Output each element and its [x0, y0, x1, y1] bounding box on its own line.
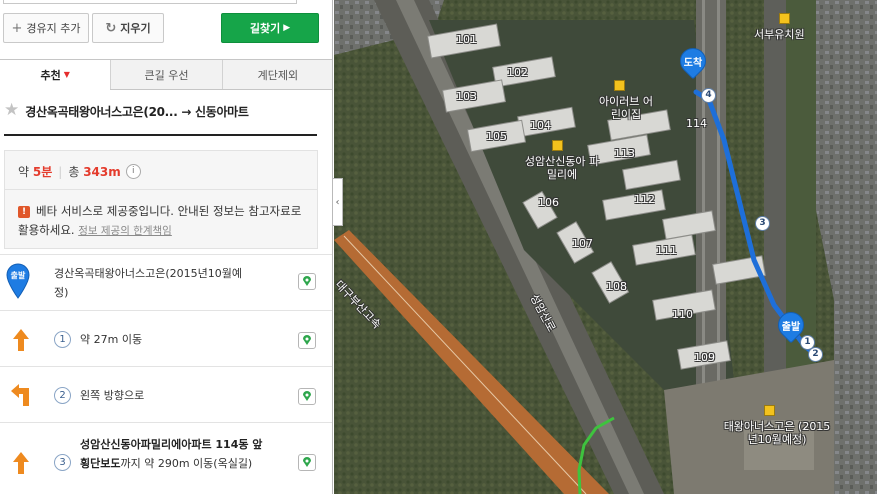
poi-label-apartment[interactable]: 성암산신동아 파밀리에 [522, 155, 602, 181]
info-icon[interactable]: i [125, 164, 141, 179]
destination-pin-label: 도착 [683, 58, 703, 69]
favorite-star-icon[interactable]: ★ [4, 102, 19, 119]
building-label: 107 [572, 237, 593, 250]
plus-icon: + [11, 20, 23, 36]
tab-no-stairs-label: 계단제외 [257, 68, 299, 82]
building-label: 105 [486, 130, 507, 143]
building-label: 101 [456, 33, 477, 46]
distance-prefix: 총 [68, 165, 80, 179]
collapse-panel-button[interactable]: ‹ [333, 178, 343, 226]
route-summary: 약 5분 | 총 343m i [18, 163, 141, 180]
building-label: 104 [530, 119, 551, 132]
building-label: 111 [656, 244, 677, 257]
building-label: 106 [538, 196, 559, 209]
distance-value: 343m [83, 164, 121, 179]
step-number-badge: 3 [54, 454, 71, 471]
building-label: 103 [456, 90, 477, 103]
divider [5, 189, 317, 190]
building-label: 110 [672, 308, 693, 321]
refresh-icon: ↻ [105, 20, 117, 36]
waypoint-marker[interactable]: 3 [755, 216, 770, 231]
satellite-map[interactable]: 101 102 103 104 105 106 107 108 109 110 … [334, 0, 877, 494]
turn-left-arrow-icon [11, 384, 29, 406]
route-summary-box: 약 5분 | 총 343m i ! 베타 서비스로 제공중입니다. 안내된 정보는… [4, 150, 318, 249]
building-label: 108 [606, 280, 627, 293]
show-on-map-pin-icon[interactable] [298, 273, 316, 290]
step-distance-text: 까지 약 290m 이동(옥실길) [120, 457, 253, 470]
building-poi-icon [779, 13, 790, 24]
route-option-tabs: 추천 ▼ 큰길 우선 계단제외 [0, 59, 332, 90]
caret-down-icon: ▼ [63, 70, 70, 79]
route-title-text: 경산옥곡태왕아너스고은(20... → 신동아마트 [25, 105, 249, 119]
start-pin-icon: 출발 [6, 263, 30, 299]
add-waypoint-label: 경유지 추가 [26, 22, 81, 35]
waypoint-marker[interactable]: 2 [808, 347, 823, 362]
beta-notice: ! 베타 서비스로 제공중입니다. 안내된 정보는 참고자료로 활용하세요. 정보… [18, 202, 310, 241]
straight-arrow-icon [13, 452, 29, 474]
show-on-map-pin-icon[interactable] [298, 332, 316, 349]
route-step-start[interactable]: 출발 경산옥곡태왕아너스고은(2015년10월예정) [0, 254, 332, 310]
find-route-button[interactable]: 길찾기 ▶ [221, 13, 319, 43]
duration-prefix: 약 [18, 165, 30, 179]
show-on-map-pin-icon[interactable] [298, 388, 316, 405]
chevron-left-icon: ‹ [335, 196, 340, 208]
destination-pin[interactable]: 도착 [674, 42, 712, 82]
step-text: 성암산신동아파밀리에아파트 114동 앞 횡단보도까지 약 290m 이동(옥실… [80, 435, 270, 473]
step-number-badge: 1 [54, 331, 71, 348]
building-label: 113 [614, 147, 635, 160]
route-step-2[interactable]: 2 왼쪽 방향으로 [0, 366, 332, 422]
poi-label-taewang[interactable]: 태왕아너스고은 (2015년10월예정) [722, 420, 832, 446]
liability-link[interactable]: 정보 제공의 한계책임 [78, 225, 172, 237]
play-arrow-icon: ▶ [283, 23, 291, 33]
tab-recommended-label: 추천 [40, 68, 61, 82]
route-title: ★ 경산옥곡태왕아너스고은(20... → 신동아마트 [4, 102, 317, 136]
route-step-3[interactable]: 3 성암산신동아파밀리에아파트 114동 앞 횡단보도까지 약 290m 이동(… [0, 422, 332, 494]
route-step-1[interactable]: 1 약 27m 이동 [0, 310, 332, 366]
destination-input-edge[interactable] [3, 0, 297, 4]
straight-arrow-icon [13, 329, 29, 351]
clear-button[interactable]: ↻ 지우기 [92, 13, 164, 43]
building-poi-icon [614, 80, 625, 91]
clear-label: 지우기 [120, 22, 151, 35]
building-poi-icon [764, 405, 775, 416]
step-text: 왼쪽 방향으로 [80, 389, 145, 402]
building-label: 102 [507, 66, 528, 79]
building-poi-icon [552, 140, 563, 151]
building-label: 109 [694, 351, 715, 364]
summary-divider: | [58, 164, 63, 179]
action-toolbar: + 경유지 추가 ↻ 지우기 길찾기 ▶ [3, 13, 319, 44]
tab-no-stairs[interactable]: 계단제외 [221, 60, 332, 89]
tab-main-road[interactable]: 큰길 우선 [110, 60, 222, 89]
poi-label-daycare[interactable]: 아이러브 어린이집 [596, 95, 656, 121]
tab-recommended[interactable]: 추천 ▼ [0, 60, 111, 90]
warning-icon: ! [18, 206, 30, 218]
add-waypoint-button[interactable]: + 경유지 추가 [3, 13, 89, 43]
step-text: 경산옥곡태왕아너스고은(2015년10월예정) [54, 267, 242, 299]
tab-main-road-label: 큰길 우선 [144, 68, 189, 82]
show-on-map-pin-icon[interactable] [298, 454, 316, 471]
poi-label-kindergarten[interactable]: 서부유치원 [754, 28, 805, 41]
find-route-label: 길찾기 [249, 22, 281, 35]
directions-panel: + 경유지 추가 ↻ 지우기 길찾기 ▶ 추천 ▼ 큰길 우선 계단제외 ★ 경… [0, 0, 333, 494]
waypoint-marker[interactable]: 4 [701, 88, 716, 103]
step-text: 약 27m 이동 [80, 333, 143, 346]
duration-value: 5분 [32, 165, 53, 179]
svg-text:출발: 출발 [11, 270, 26, 280]
origin-pin-label: 출발 [781, 322, 801, 333]
building-label: 114 [686, 117, 707, 130]
building-label: 112 [634, 193, 655, 206]
step-number-badge: 2 [54, 387, 71, 404]
